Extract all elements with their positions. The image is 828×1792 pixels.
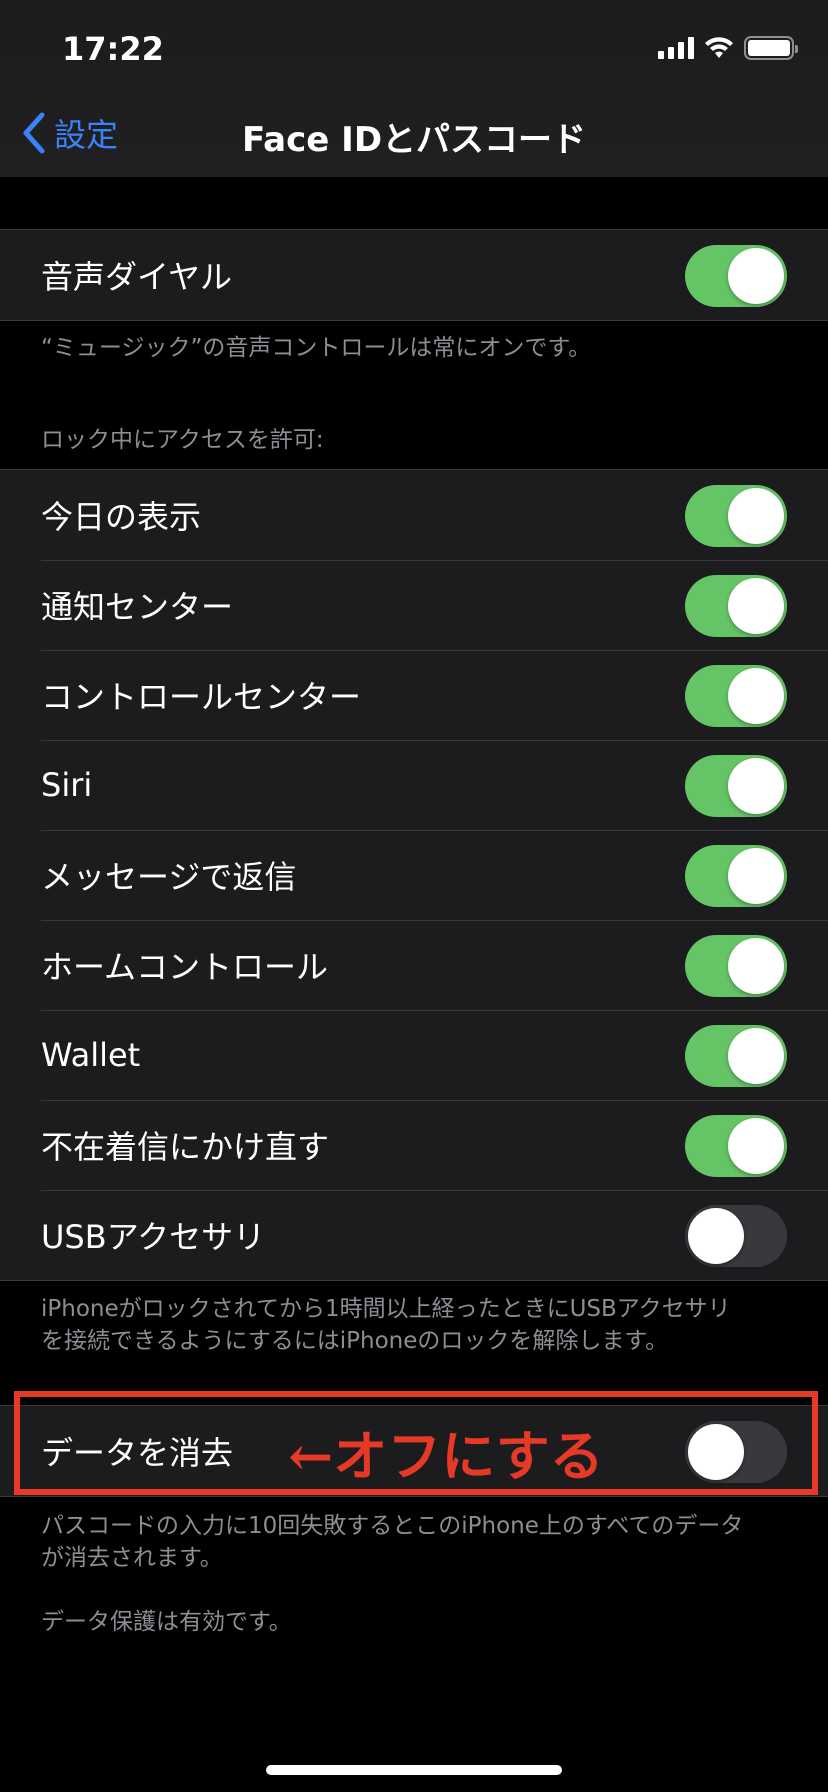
row-label: コントロールセンター <box>41 678 362 716</box>
voice-dial-footer: “ミュージック”の音声コントロールは常にオンです。 <box>41 335 592 361</box>
siri-toggle[interactable] <box>685 755 787 817</box>
signal-icon <box>658 37 694 59</box>
list-item: Wallet <box>0 1010 828 1100</box>
reply-with-message-toggle[interactable] <box>685 845 787 907</box>
erase-footer-line-2: が消去されます。 <box>41 1545 223 1571</box>
today-view-toggle[interactable] <box>685 485 787 547</box>
list-item: USBアクセサリ <box>0 1190 828 1280</box>
row-label: 不在着信にかけ直す <box>41 1128 330 1166</box>
list-item: ホームコントロール <box>0 920 828 1010</box>
lock-access-header: ロック中にアクセスを許可: <box>41 427 324 453</box>
row-label: Wallet <box>41 1036 141 1074</box>
page-title: Face IDとパスコード <box>241 120 587 160</box>
voice-dial-toggle[interactable] <box>685 245 787 307</box>
control-center-toggle[interactable] <box>685 665 787 727</box>
home-indicator[interactable] <box>266 1765 562 1775</box>
status-icons <box>658 36 798 60</box>
voice-dial-row: 音声ダイヤル <box>0 230 828 320</box>
annotation-text: ←オフにする <box>288 1424 604 1488</box>
list-item: 不在着信にかけ直す <box>0 1100 828 1190</box>
list-item: 通知センター <box>0 560 828 650</box>
wifi-icon <box>705 37 733 58</box>
list-item: Siri <box>0 740 828 830</box>
header-bar: 17:22 設定 Face IDとパスコード <box>0 0 828 177</box>
list-item: コントロールセンター <box>0 650 828 740</box>
status-time: 17:22 <box>62 30 164 68</box>
home-control-toggle[interactable] <box>685 935 787 997</box>
usb-accessories-toggle[interactable] <box>685 1205 787 1267</box>
row-label: 今日の表示 <box>41 498 202 536</box>
row-label: ホームコントロール <box>41 948 329 986</box>
list-item: メッセージで返信 <box>0 830 828 920</box>
usb-footer-line-2: を接続できるようにするにはiPhoneのロックを解除します。 <box>41 1328 669 1354</box>
return-missed-calls-toggle[interactable] <box>685 1115 787 1177</box>
row-label: USBアクセサリ <box>41 1218 266 1256</box>
wallet-toggle[interactable] <box>685 1025 787 1087</box>
usb-footer-line-1: iPhoneがロックされてから1時間以上経ったときにUSBアクセサリ <box>41 1296 731 1322</box>
data-protection-note: データ保護は有効です。 <box>41 1609 292 1635</box>
voice-dial-group: 音声ダイヤル <box>0 229 828 321</box>
lock-access-group: 今日の表示 通知センター コントロールセンター Siri メッセージで返信 ホー… <box>0 469 828 1281</box>
row-label: 通知センター <box>41 588 234 626</box>
erase-footer-line-1: パスコードの入力に10回失敗するとこのiPhone上のすべてのデータ <box>41 1513 744 1539</box>
notification-center-toggle[interactable] <box>685 575 787 637</box>
battery-icon <box>744 36 798 60</box>
list-item: 今日の表示 <box>0 470 828 560</box>
row-label: メッセージで返信 <box>41 858 297 896</box>
row-label: Siri <box>41 766 93 804</box>
row-label: 音声ダイヤル <box>41 258 233 296</box>
